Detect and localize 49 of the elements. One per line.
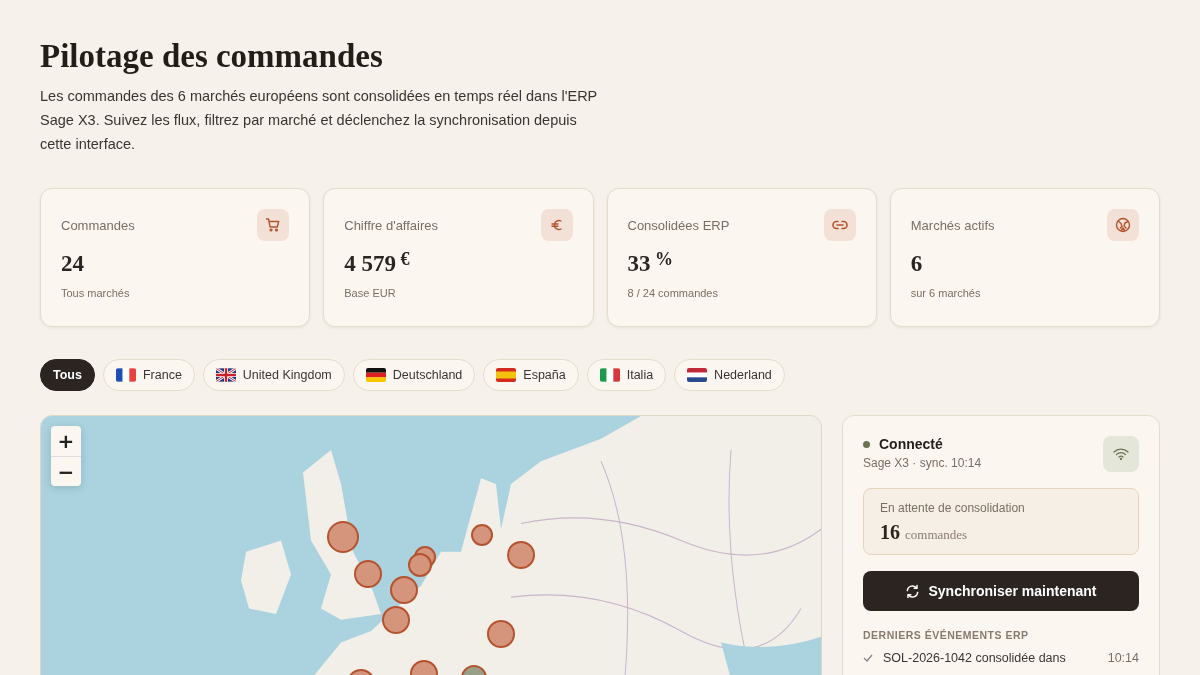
stat-value: 6 bbox=[910, 250, 923, 278]
events-heading: DERNIERS ÉVÉNEMENTS ERP bbox=[863, 629, 1030, 641]
market-filter-chip[interactable]: Tous bbox=[40, 359, 95, 391]
pending-label: En attente de consolidation bbox=[880, 501, 1026, 515]
market-filter-chip[interactable]: Deutschland bbox=[352, 359, 476, 391]
market-filter-chip[interactable]: España bbox=[483, 359, 579, 391]
map-marker[interactable] bbox=[410, 660, 438, 675]
stat-caption: 8 / 24 commandes bbox=[627, 287, 719, 299]
page-title: Pilotage des commandes bbox=[40, 37, 383, 76]
flag-icon bbox=[599, 368, 620, 382]
stat-value: 4 579 $^{€}$ bbox=[344, 249, 410, 278]
pending-unit: commandes bbox=[905, 527, 968, 543]
stat-label: Chiffre d'affaires bbox=[344, 217, 439, 233]
market-filter-chip[interactable]: United Kingdom bbox=[202, 359, 345, 391]
zoom-out-button[interactable]: − bbox=[51, 456, 81, 486]
stat-value: 33 $^{%}$ bbox=[627, 249, 673, 278]
flag-icon bbox=[365, 368, 386, 382]
stat-caption: Base EUR bbox=[344, 287, 397, 299]
check-icon bbox=[863, 654, 873, 662]
event-time: 10:14 bbox=[1107, 651, 1139, 665]
sync-button[interactable]: Synchroniser maintenant bbox=[863, 571, 1139, 611]
stat-value: 24 bbox=[61, 250, 84, 278]
stat-caption: Tous marchés bbox=[61, 287, 131, 299]
stat-caption: sur 6 marchés bbox=[910, 287, 982, 299]
link-icon bbox=[831, 220, 848, 230]
market-filter-chip[interactable]: Italia bbox=[586, 359, 667, 391]
flag-icon bbox=[115, 368, 136, 382]
event-text: SOL-2026-1042 consolidée dans bbox=[883, 651, 1067, 665]
sync-info: Sage X3 · sync. 10:14 bbox=[863, 456, 982, 470]
zoom-in-button[interactable]: + bbox=[51, 426, 81, 456]
wifi-icon bbox=[1113, 448, 1129, 460]
sync-icon bbox=[905, 583, 921, 599]
cart-icon bbox=[265, 217, 282, 233]
map-marker[interactable] bbox=[347, 669, 375, 675]
flag-icon bbox=[215, 368, 236, 382]
euro-icon bbox=[549, 218, 564, 232]
map-marker[interactable] bbox=[327, 521, 359, 553]
map-marker[interactable] bbox=[461, 665, 487, 675]
market-filter-chip[interactable]: Nederland bbox=[674, 359, 785, 391]
connection-status: Connecté bbox=[879, 436, 943, 452]
globe-icon bbox=[1115, 217, 1131, 233]
flag-icon bbox=[496, 368, 517, 382]
stat-label: Consolidées ERP bbox=[627, 217, 730, 233]
market-filter-chip[interactable]: France bbox=[102, 359, 195, 391]
flag-icon bbox=[687, 368, 708, 382]
pending-count: 16 bbox=[880, 521, 900, 544]
stat-label: Marchés actifs bbox=[910, 217, 995, 233]
page-description: Les commandes des 6 marchés européens sont consolidées en temps réel dans l'ERP Sage X3. Suivez les flux, filtrez par marché et déclenchez la synchronisation depuis cette interface. bbox=[40, 87, 599, 154]
stat-label: Commandes bbox=[61, 217, 135, 233]
